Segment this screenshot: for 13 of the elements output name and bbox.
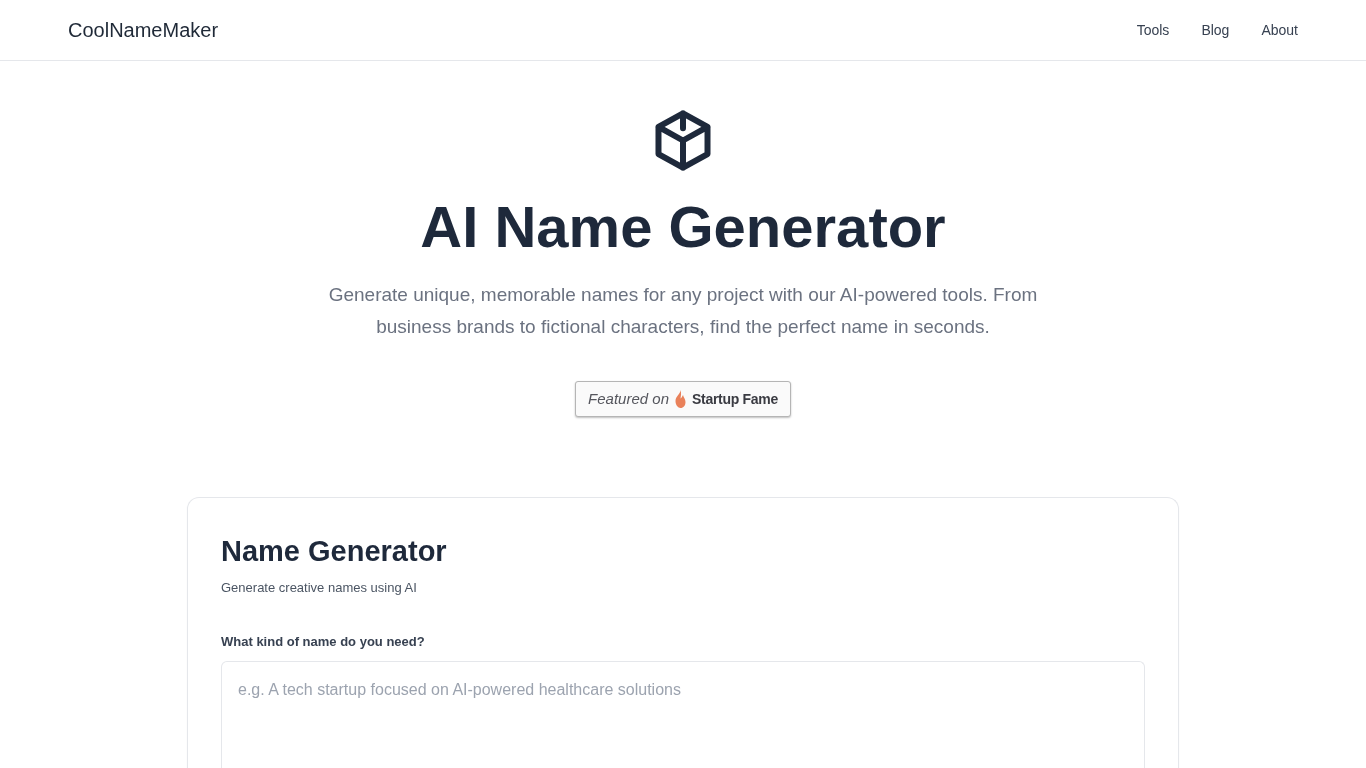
site-logo[interactable]: CoolNameMaker xyxy=(68,15,219,45)
featured-badge-link[interactable]: Featured on Startup Fame xyxy=(575,381,791,417)
card-subtitle: Generate creative names using AI xyxy=(221,579,418,597)
nav-link[interactable]: About xyxy=(1261,19,1298,41)
nav-link[interactable]: Blog xyxy=(1201,19,1230,41)
page-subtitle: Generate unique, memorable names for any project with our AI-powered tools. From business brands to fictional characters, find the perfect name in seconds. xyxy=(327,283,1039,339)
description-input[interactable]: e.g. A tech startup focused on AI-powered healthcare solutions xyxy=(221,661,1145,768)
nav-link[interactable]: Tools xyxy=(1136,19,1170,41)
page-title: AI Name Generator xyxy=(420,193,946,261)
field-label: What kind of name do you need? xyxy=(221,632,426,651)
card-title: Name Generator xyxy=(221,534,448,569)
cube-icon xyxy=(655,110,711,171)
flame-icon xyxy=(675,390,686,408)
